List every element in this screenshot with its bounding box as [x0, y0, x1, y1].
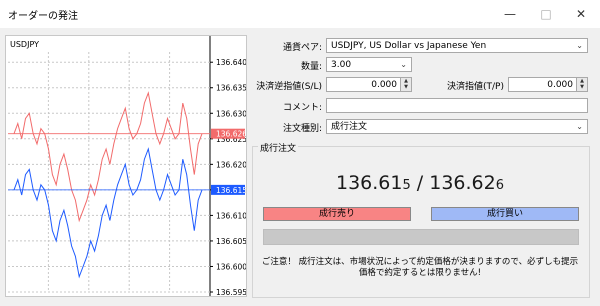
y-tick-label: 136.600: [216, 262, 246, 271]
spinner-icon[interactable]: ▲ ▼: [400, 78, 411, 91]
symbol-value: USDJPY, US Dollar vs Japanese Yen: [331, 41, 487, 51]
notice-line-1: ご注意！ 成行注文は、市場状況によって約定価格が決まりますので、必ずしも提示: [261, 257, 579, 267]
y-tick-label: 136.635: [216, 84, 246, 93]
comment-label: コメント:: [282, 103, 322, 113]
y-tick-label: 136.595: [216, 288, 246, 296]
close-button[interactable]: ✕: [566, 4, 596, 24]
bid-price-main: 136.61: [335, 172, 403, 194]
ask-price: 136.626: [429, 172, 504, 194]
ask-price-main: 136.62: [429, 172, 496, 194]
y-tick-label: 136.610: [216, 211, 246, 220]
chart-canvas: USDJPY 136.640136.635136.630136.625136.6…: [8, 36, 247, 297]
sl-value: 0.000: [371, 80, 397, 90]
volume-select[interactable]: 3.00 ⌄: [326, 57, 412, 72]
minimize-button[interactable]: —: [495, 4, 525, 24]
symbol-select[interactable]: USDJPY, US Dollar vs Japanese Yen ⌄: [326, 38, 588, 53]
y-tick-label: 136.605: [216, 237, 246, 246]
ask-price-label: 136.626: [216, 130, 246, 139]
maximize-button[interactable]: □: [531, 4, 561, 24]
bid-price-label: 136.615: [216, 186, 246, 195]
y-tick-label: 136.620: [216, 160, 246, 169]
ask-line: [13, 91, 203, 223]
bid-line: [13, 147, 203, 279]
status-bar: [263, 229, 579, 245]
sl-label: 決済逆指値(S/L): [256, 82, 322, 92]
chevron-down-icon: ⌄: [576, 122, 583, 131]
notice-text: ご注意！ 成行注文は、市場状況によって約定価格が決まりますので、必ずしも提示 価…: [252, 257, 588, 279]
order-type-label: 注文種別:: [282, 124, 322, 134]
chevron-down-icon: ⌄: [576, 41, 583, 50]
section-title: 成行注文: [258, 141, 299, 154]
window-title: オーダーの発注: [8, 11, 78, 22]
chevron-down-icon: ⌄: [400, 60, 407, 69]
spinner-icon[interactable]: ▲ ▼: [576, 78, 587, 91]
y-tick-label: 136.640: [216, 58, 246, 67]
price-separator: /: [410, 172, 430, 194]
comment-input[interactable]: [326, 98, 588, 113]
sl-input[interactable]: 0.000 ▲ ▼: [326, 77, 412, 92]
bid-price: 136.615: [336, 172, 411, 194]
volume-label: 数量:: [300, 62, 322, 72]
notice-line-2: 価格で約定するとは限りません!: [358, 268, 482, 278]
order-type-value: 成行注文: [331, 122, 368, 132]
tick-chart: USDJPY 136.640 136.635 136.630 136.625 136.6…: [5, 35, 247, 297]
y-tick-label: 136.630: [216, 109, 246, 118]
tp-value: 0.000: [547, 80, 573, 90]
buy-market-button[interactable]: 成行買い: [431, 207, 579, 221]
bid-price-last-digit: 5: [402, 178, 411, 193]
sell-market-button[interactable]: 成行売り: [263, 207, 411, 221]
tp-input[interactable]: 0.000 ▲ ▼: [508, 77, 588, 92]
volume-value: 3.00: [331, 60, 352, 70]
price-display: 136.615 / 136.626: [252, 172, 588, 194]
tp-label: 決済指値(T/P): [447, 82, 504, 92]
chart-symbol: USDJPY: [10, 40, 39, 49]
order-type-select[interactable]: 成行注文 ⌄: [326, 119, 588, 134]
symbol-label: 通貨ペア:: [282, 43, 322, 53]
ask-price-last-digit: 6: [495, 178, 504, 193]
title-bar: オーダーの発注 — □ ✕: [0, 0, 600, 28]
